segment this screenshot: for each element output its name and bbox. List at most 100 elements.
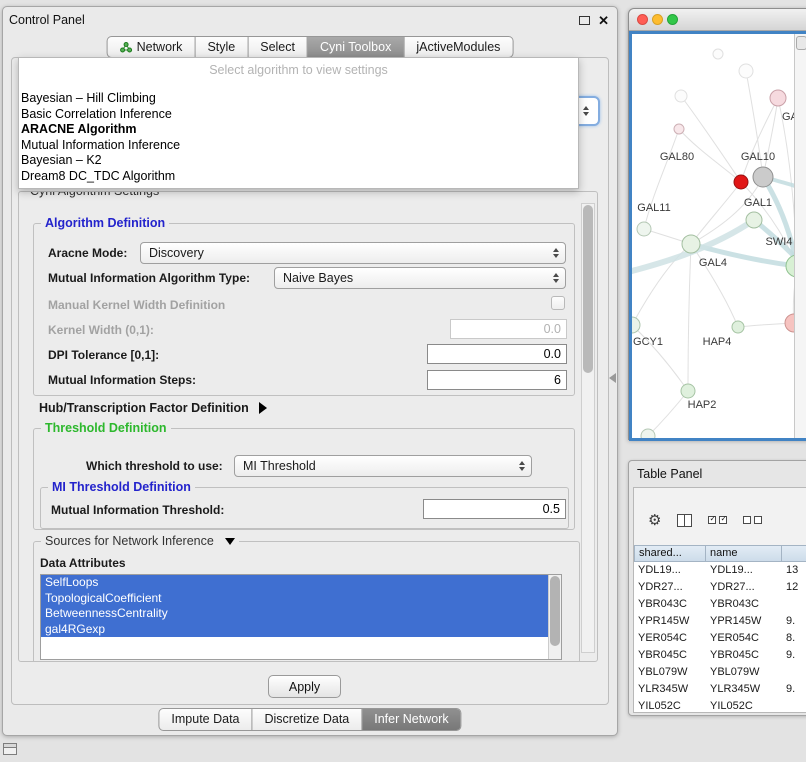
settings-scrollbar[interactable] bbox=[581, 203, 595, 653]
network-canvas[interactable]: GAL80 GAL10 GAL11 GAL1 SWI4 GAL4 GCY1 HA… bbox=[629, 31, 806, 441]
tab-jactivemodules[interactable]: jActiveModules bbox=[404, 37, 512, 57]
restore-panel-icon[interactable] bbox=[3, 743, 17, 755]
tab-infer-network[interactable]: Infer Network bbox=[362, 709, 460, 730]
select-all-columns-icon[interactable] bbox=[708, 516, 727, 524]
table-row[interactable]: YBR043C YBR043C bbox=[634, 596, 806, 613]
panel-collapse-arrow-icon[interactable] bbox=[609, 373, 616, 383]
algorithm-definition-group: Algorithm Definition Aracne Mode: Discov… bbox=[33, 223, 575, 396]
table-row[interactable]: YBL079W YBL079W bbox=[634, 664, 806, 681]
apply-button[interactable]: Apply bbox=[268, 675, 341, 698]
manual-kernel-width-checkbox[interactable] bbox=[551, 296, 565, 310]
algorithm-option[interactable]: ARACNE Algorithm bbox=[19, 122, 578, 138]
network-node[interactable] bbox=[641, 429, 655, 438]
network-node[interactable] bbox=[637, 222, 651, 236]
table-row[interactable]: YIL052C YIL052C bbox=[634, 698, 806, 713]
network-view-window: GAL80 GAL10 GAL11 GAL1 SWI4 GAL4 GCY1 HA… bbox=[628, 8, 806, 440]
network-node[interactable] bbox=[732, 321, 744, 333]
tab-label: Select bbox=[260, 40, 295, 54]
algorithm-option[interactable]: Mutual Information Inference bbox=[19, 138, 578, 154]
sources-title[interactable]: Sources for Network Inference bbox=[41, 534, 239, 548]
mi-threshold-input[interactable] bbox=[423, 499, 566, 519]
cell-name: YER054C bbox=[706, 630, 782, 647]
gear-icon[interactable]: ⚙ bbox=[648, 513, 661, 528]
algorithm-option[interactable]: Bayesian – Hill Climbing bbox=[19, 91, 578, 107]
node-label: GAL bbox=[782, 111, 794, 123]
node-label: GAL1 bbox=[744, 197, 772, 209]
close-traffic-light[interactable] bbox=[637, 14, 648, 25]
network-node[interactable] bbox=[674, 124, 684, 134]
list-scrollbar[interactable] bbox=[548, 575, 561, 659]
window-controls: ✕ bbox=[579, 14, 609, 27]
network-node[interactable] bbox=[675, 90, 687, 102]
cell-name: YDL19... bbox=[706, 562, 782, 579]
tab-cyni-toolbox[interactable]: Cyni Toolbox bbox=[308, 37, 404, 57]
mi-steps-label: Mutual Information Steps: bbox=[48, 372, 196, 388]
tab-impute-data[interactable]: Impute Data bbox=[159, 709, 252, 730]
minimize-traffic-light[interactable] bbox=[652, 14, 663, 25]
which-threshold-select[interactable]: MI Threshold bbox=[234, 455, 532, 477]
data-attribute-item[interactable]: SelfLoops bbox=[41, 575, 548, 591]
table-row[interactable]: YER054C YER054C 8. bbox=[634, 630, 806, 647]
column-header-shared-name[interactable]: shared... bbox=[634, 545, 706, 562]
tab-style[interactable]: Style bbox=[195, 37, 248, 57]
network-node[interactable] bbox=[682, 235, 700, 253]
hub-definition-toggle[interactable]: Hub/Transcription Factor Definition bbox=[39, 401, 267, 415]
cell-extra: 12 bbox=[782, 579, 806, 596]
algorithm-option[interactable]: Basic Correlation Inference bbox=[19, 107, 578, 123]
mi-threshold-title: MI Threshold Definition bbox=[48, 480, 195, 494]
cell-shared-name: YDL19... bbox=[634, 562, 706, 579]
data-attribute-item[interactable]: BetweennessCentrality bbox=[41, 606, 548, 622]
table-row[interactable]: YBR045C YBR045C 9. bbox=[634, 647, 806, 664]
aracne-mode-select[interactable]: Discovery bbox=[140, 242, 566, 264]
network-graph: GAL80 GAL10 GAL11 GAL1 SWI4 GAL4 GCY1 HA… bbox=[632, 34, 794, 438]
table-row[interactable]: YDL19... YDL19... 13 bbox=[634, 562, 806, 579]
cell-shared-name: YLR345W bbox=[634, 681, 706, 698]
zoom-traffic-light[interactable] bbox=[667, 14, 678, 25]
network-scrollbar[interactable] bbox=[794, 34, 806, 438]
table-row[interactable]: YDR27... YDR27... 12 bbox=[634, 579, 806, 596]
network-node[interactable] bbox=[713, 49, 723, 59]
mi-steps-input[interactable] bbox=[427, 370, 567, 390]
network-node[interactable] bbox=[739, 64, 753, 78]
data-attribute-item[interactable]: TopologicalCoefficient bbox=[41, 591, 548, 607]
which-threshold-label: Which threshold to use: bbox=[86, 458, 223, 474]
network-icon bbox=[120, 42, 133, 53]
network-node[interactable] bbox=[746, 212, 762, 228]
tab-network[interactable]: Network bbox=[108, 37, 196, 57]
algorithm-option[interactable]: Dream8 DC_TDC Algorithm bbox=[19, 169, 578, 185]
network-node[interactable] bbox=[753, 167, 773, 187]
tab-discretize-data[interactable]: Discretize Data bbox=[253, 709, 363, 730]
table-row[interactable]: YLR345W YLR345W 9. bbox=[634, 681, 806, 698]
data-attribute-item[interactable]: gal4RGexp bbox=[41, 622, 548, 638]
kernel-width-input[interactable] bbox=[450, 319, 567, 339]
tab-select[interactable]: Select bbox=[248, 37, 308, 57]
network-node[interactable] bbox=[770, 90, 786, 106]
dpi-tolerance-label: DPI Tolerance [0,1]: bbox=[48, 347, 159, 363]
algorithm-option[interactable]: Bayesian – K2 bbox=[19, 153, 578, 169]
updown-arrows-icon bbox=[519, 461, 525, 471]
sources-title-label: Sources for Network Inference bbox=[45, 534, 214, 548]
dpi-tolerance-input[interactable] bbox=[427, 344, 567, 364]
network-node-selected[interactable] bbox=[734, 175, 748, 189]
tab-label: Cyni Toolbox bbox=[320, 40, 391, 54]
unselect-all-columns-icon[interactable] bbox=[743, 516, 762, 524]
cell-extra: 9. bbox=[782, 647, 806, 664]
network-node[interactable] bbox=[786, 255, 794, 277]
float-window-icon[interactable] bbox=[579, 16, 590, 25]
show-columns-icon[interactable] bbox=[677, 514, 692, 527]
network-node[interactable] bbox=[785, 314, 794, 332]
algorithm-definition-title: Algorithm Definition bbox=[41, 216, 169, 230]
table-row[interactable]: YPR145W YPR145W 9. bbox=[634, 613, 806, 630]
close-icon[interactable]: ✕ bbox=[598, 14, 609, 27]
dropdown-placeholder: Select algorithm to view settings bbox=[19, 58, 578, 80]
network-node[interactable] bbox=[681, 384, 695, 398]
threshold-definition-group: Threshold Definition Which threshold to … bbox=[33, 428, 575, 530]
cell-name: YPR145W bbox=[706, 613, 782, 630]
which-threshold-value: MI Threshold bbox=[243, 459, 316, 473]
control-panel-tabs: Network Style Select Cyni Toolbox jActiv… bbox=[107, 36, 514, 58]
mi-algorithm-type-select[interactable]: Naive Bayes bbox=[274, 267, 566, 289]
column-header-extra[interactable] bbox=[782, 545, 806, 562]
network-node[interactable] bbox=[632, 317, 640, 333]
column-header-name[interactable]: name bbox=[706, 545, 782, 562]
data-attributes-list: SelfLoops TopologicalCoefficient Between… bbox=[40, 574, 562, 660]
